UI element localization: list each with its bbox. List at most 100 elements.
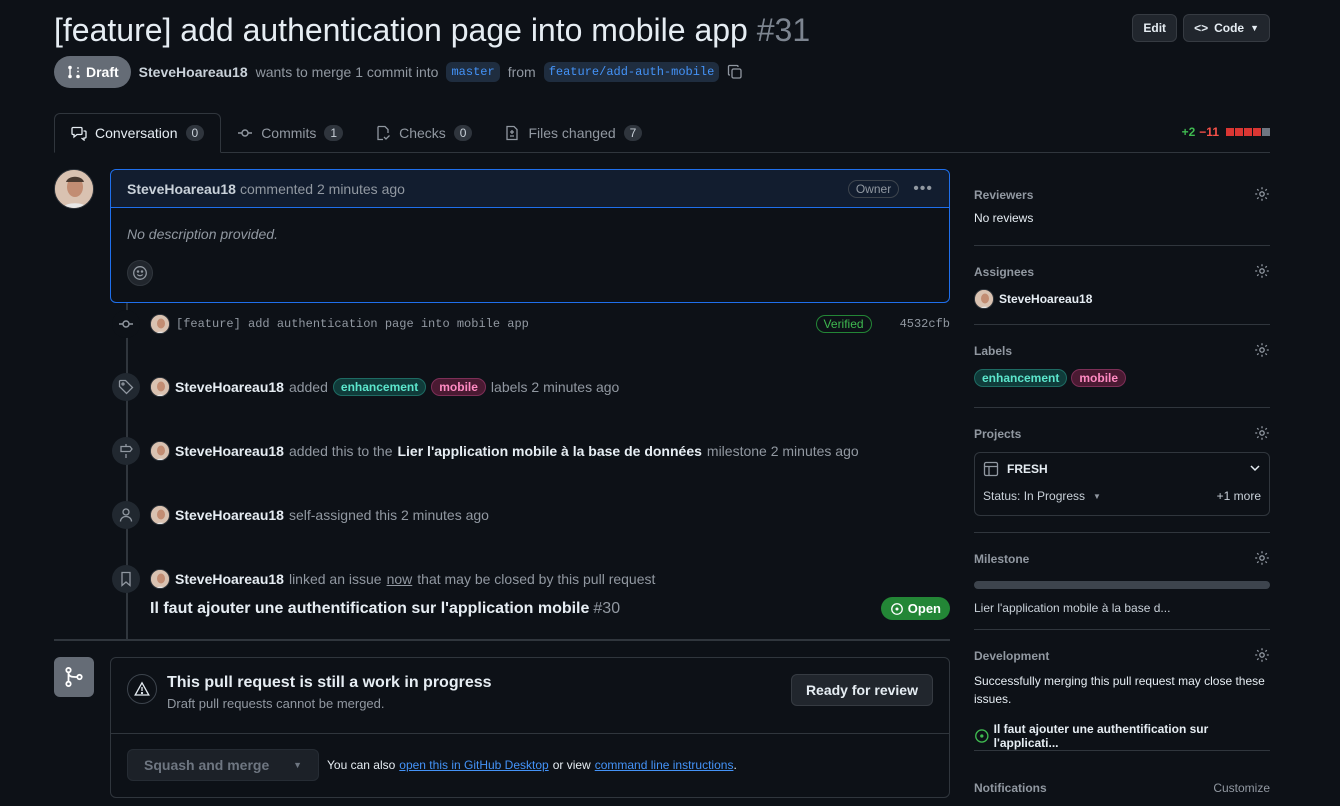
milestone-link[interactable]: Lier l'application mobile à la base de d… <box>397 443 701 459</box>
commit-sha[interactable]: 4532cfb <box>900 317 950 331</box>
sidebar-labels: Labels enhancement mobile <box>974 341 1270 408</box>
tab-conversation-label: Conversation <box>95 125 178 141</box>
gear-icon[interactable] <box>1254 263 1270 282</box>
event-actor[interactable]: SteveHoareau18 <box>175 379 284 395</box>
checklist-icon <box>377 125 391 141</box>
notifications-label: Notifications <box>974 781 1047 795</box>
avatar <box>974 289 994 309</box>
pr-description-comment: SteveHoareau18 commented 2 minutes ago O… <box>110 169 950 303</box>
gear-icon[interactable] <box>1254 647 1270 666</box>
github-desktop-link[interactable]: open this in GitHub Desktop <box>399 758 548 772</box>
projects-label: Projects <box>974 427 1022 441</box>
merge-status-text: This pull request is still a work in pro… <box>167 674 492 711</box>
avatar[interactable] <box>54 169 94 209</box>
label-mobile[interactable]: mobile <box>1071 369 1127 387</box>
label-enhancement[interactable]: enhancement <box>974 369 1068 387</box>
avatar[interactable] <box>150 569 170 589</box>
smiley-icon[interactable] <box>127 260 153 286</box>
milestone-link[interactable]: Lier l'application mobile à la base d... <box>974 601 1270 615</box>
git-merge-icon <box>54 657 94 697</box>
comment-body: No description provided. <box>127 226 278 242</box>
owner-badge: Owner <box>847 179 900 198</box>
project-card[interactable]: FRESH Status: In Progress ▼ +1 more <box>974 452 1270 516</box>
event-actor[interactable]: SteveHoareau18 <box>175 571 284 587</box>
comment-author[interactable]: SteveHoareau18 <box>127 181 236 197</box>
kebab-horizontal-icon[interactable]: ••• <box>913 180 933 198</box>
triangle-down-icon[interactable]: ▼ <box>1093 492 1101 501</box>
squash-label: Squash and merge <box>144 757 270 773</box>
issue-opened-icon <box>890 602 903 615</box>
gear-icon[interactable] <box>1254 342 1270 361</box>
assignee-item[interactable]: SteveHoareau18 <box>974 289 1270 309</box>
milestone-label: Milestone <box>974 552 1030 566</box>
sidebar-assignees: Assignees SteveHoareau18 <box>974 262 1270 325</box>
linked-issue: Il faut ajouter une authentification sur… <box>150 597 950 620</box>
tab-commits[interactable]: Commits 1 <box>221 113 359 153</box>
event-timestamp[interactable]: labels 2 minutes ago <box>491 379 619 395</box>
milestone-icon <box>112 437 140 465</box>
merge-box: This pull request is still a work in pro… <box>110 657 950 798</box>
event-text: self-assigned this 2 minutes ago <box>288 507 489 523</box>
comment-timestamp[interactable]: commented 2 minutes ago <box>240 181 405 197</box>
gear-icon[interactable] <box>1254 186 1270 205</box>
tab-files-changed-label: Files changed <box>528 125 616 141</box>
diffstat-bar <box>1225 128 1270 136</box>
sidebar-projects: Projects FRESH Status: In Progress ▼ +1 … <box>974 424 1270 533</box>
event-verb: added this to the <box>288 443 393 459</box>
draft-label: Draft <box>86 64 119 80</box>
project-more[interactable]: +1 more <box>1217 489 1261 503</box>
verified-badge[interactable]: Verified <box>815 315 872 333</box>
assignees-label: Assignees <box>974 265 1035 279</box>
head-branch[interactable]: feature/add-auth-mobile <box>543 62 720 82</box>
git-pull-request-draft-icon <box>68 65 80 79</box>
assigned-text: SteveHoareau18 self-assigned this 2 minu… <box>150 505 489 525</box>
avatar[interactable] <box>150 314 170 334</box>
tab-conversation-count: 0 <box>185 125 205 141</box>
timeline-separator <box>54 639 950 641</box>
pr-header: [feature] add authentication page into m… <box>54 10 1270 54</box>
customize-link[interactable]: Customize <box>1213 781 1270 795</box>
linked-text: SteveHoareau18 linked an issue now that … <box>150 569 655 589</box>
tab-checks[interactable]: Checks 0 <box>359 113 488 153</box>
sidebar-notifications: Notifications Customize <box>974 778 1270 806</box>
development-issue[interactable]: Il faut ajouter une authentification sur… <box>974 722 1270 750</box>
table-icon <box>983 461 999 477</box>
label-list: enhancement mobile <box>974 369 1270 387</box>
code-button[interactable]: <> Code ▼ <box>1183 14 1270 42</box>
chevron-down-icon[interactable] <box>1249 462 1261 477</box>
event-actor[interactable]: SteveHoareau18 <box>175 443 284 459</box>
merge-description: wants to merge 1 commit into <box>255 64 439 80</box>
sidebar-development: Development Successfully merging this pu… <box>974 646 1270 751</box>
pr-author-link[interactable]: SteveHoareau18 <box>139 64 248 80</box>
copy-icon[interactable] <box>727 64 743 80</box>
ready-for-review-button[interactable]: Ready for review <box>790 674 933 706</box>
gear-icon[interactable] <box>1254 425 1270 444</box>
avatar[interactable] <box>150 441 170 461</box>
edit-button[interactable]: Edit <box>1132 14 1178 42</box>
label-mobile[interactable]: mobile <box>431 378 486 396</box>
git-commit-icon <box>112 310 140 338</box>
development-text: Successfully merging this pull request m… <box>974 674 1265 706</box>
avatar[interactable] <box>150 377 170 397</box>
timeline-commit: [feature] add authentication page into m… <box>112 310 950 338</box>
event-timestamp[interactable]: now <box>387 571 413 587</box>
event-timestamp[interactable]: milestone 2 minutes ago <box>707 443 859 459</box>
tab-files-changed[interactable]: Files changed 7 <box>488 113 658 153</box>
comment-header: SteveHoareau18 commented 2 minutes ago O… <box>111 170 949 208</box>
pr-title-text: [feature] add authentication page into m… <box>54 12 748 48</box>
cli-instructions-link[interactable]: command line instructions <box>595 758 734 772</box>
milestoned-text: SteveHoareau18 added this to the Lier l'… <box>150 441 859 461</box>
label-enhancement[interactable]: enhancement <box>332 378 427 396</box>
linked-issue-title[interactable]: Il faut ajouter une authentification sur… <box>150 600 589 618</box>
timeline-linked-issue: SteveHoareau18 linked an issue now that … <box>112 565 950 593</box>
labeled-text: SteveHoareau18 added enhancement mobile … <box>150 377 619 397</box>
squash-and-merge-button[interactable]: Squash and merge ▼ <box>127 749 319 781</box>
base-branch[interactable]: master <box>446 62 500 82</box>
commit-message[interactable]: [feature] add authentication page into m… <box>176 317 529 331</box>
gear-icon[interactable] <box>1254 550 1270 569</box>
event-actor[interactable]: SteveHoareau18 <box>175 507 284 523</box>
reviewers-value: No reviews <box>974 211 1034 225</box>
avatar[interactable] <box>150 505 170 525</box>
tab-conversation[interactable]: Conversation 0 <box>54 113 222 153</box>
project-status[interactable]: Status: In Progress <box>983 489 1085 503</box>
